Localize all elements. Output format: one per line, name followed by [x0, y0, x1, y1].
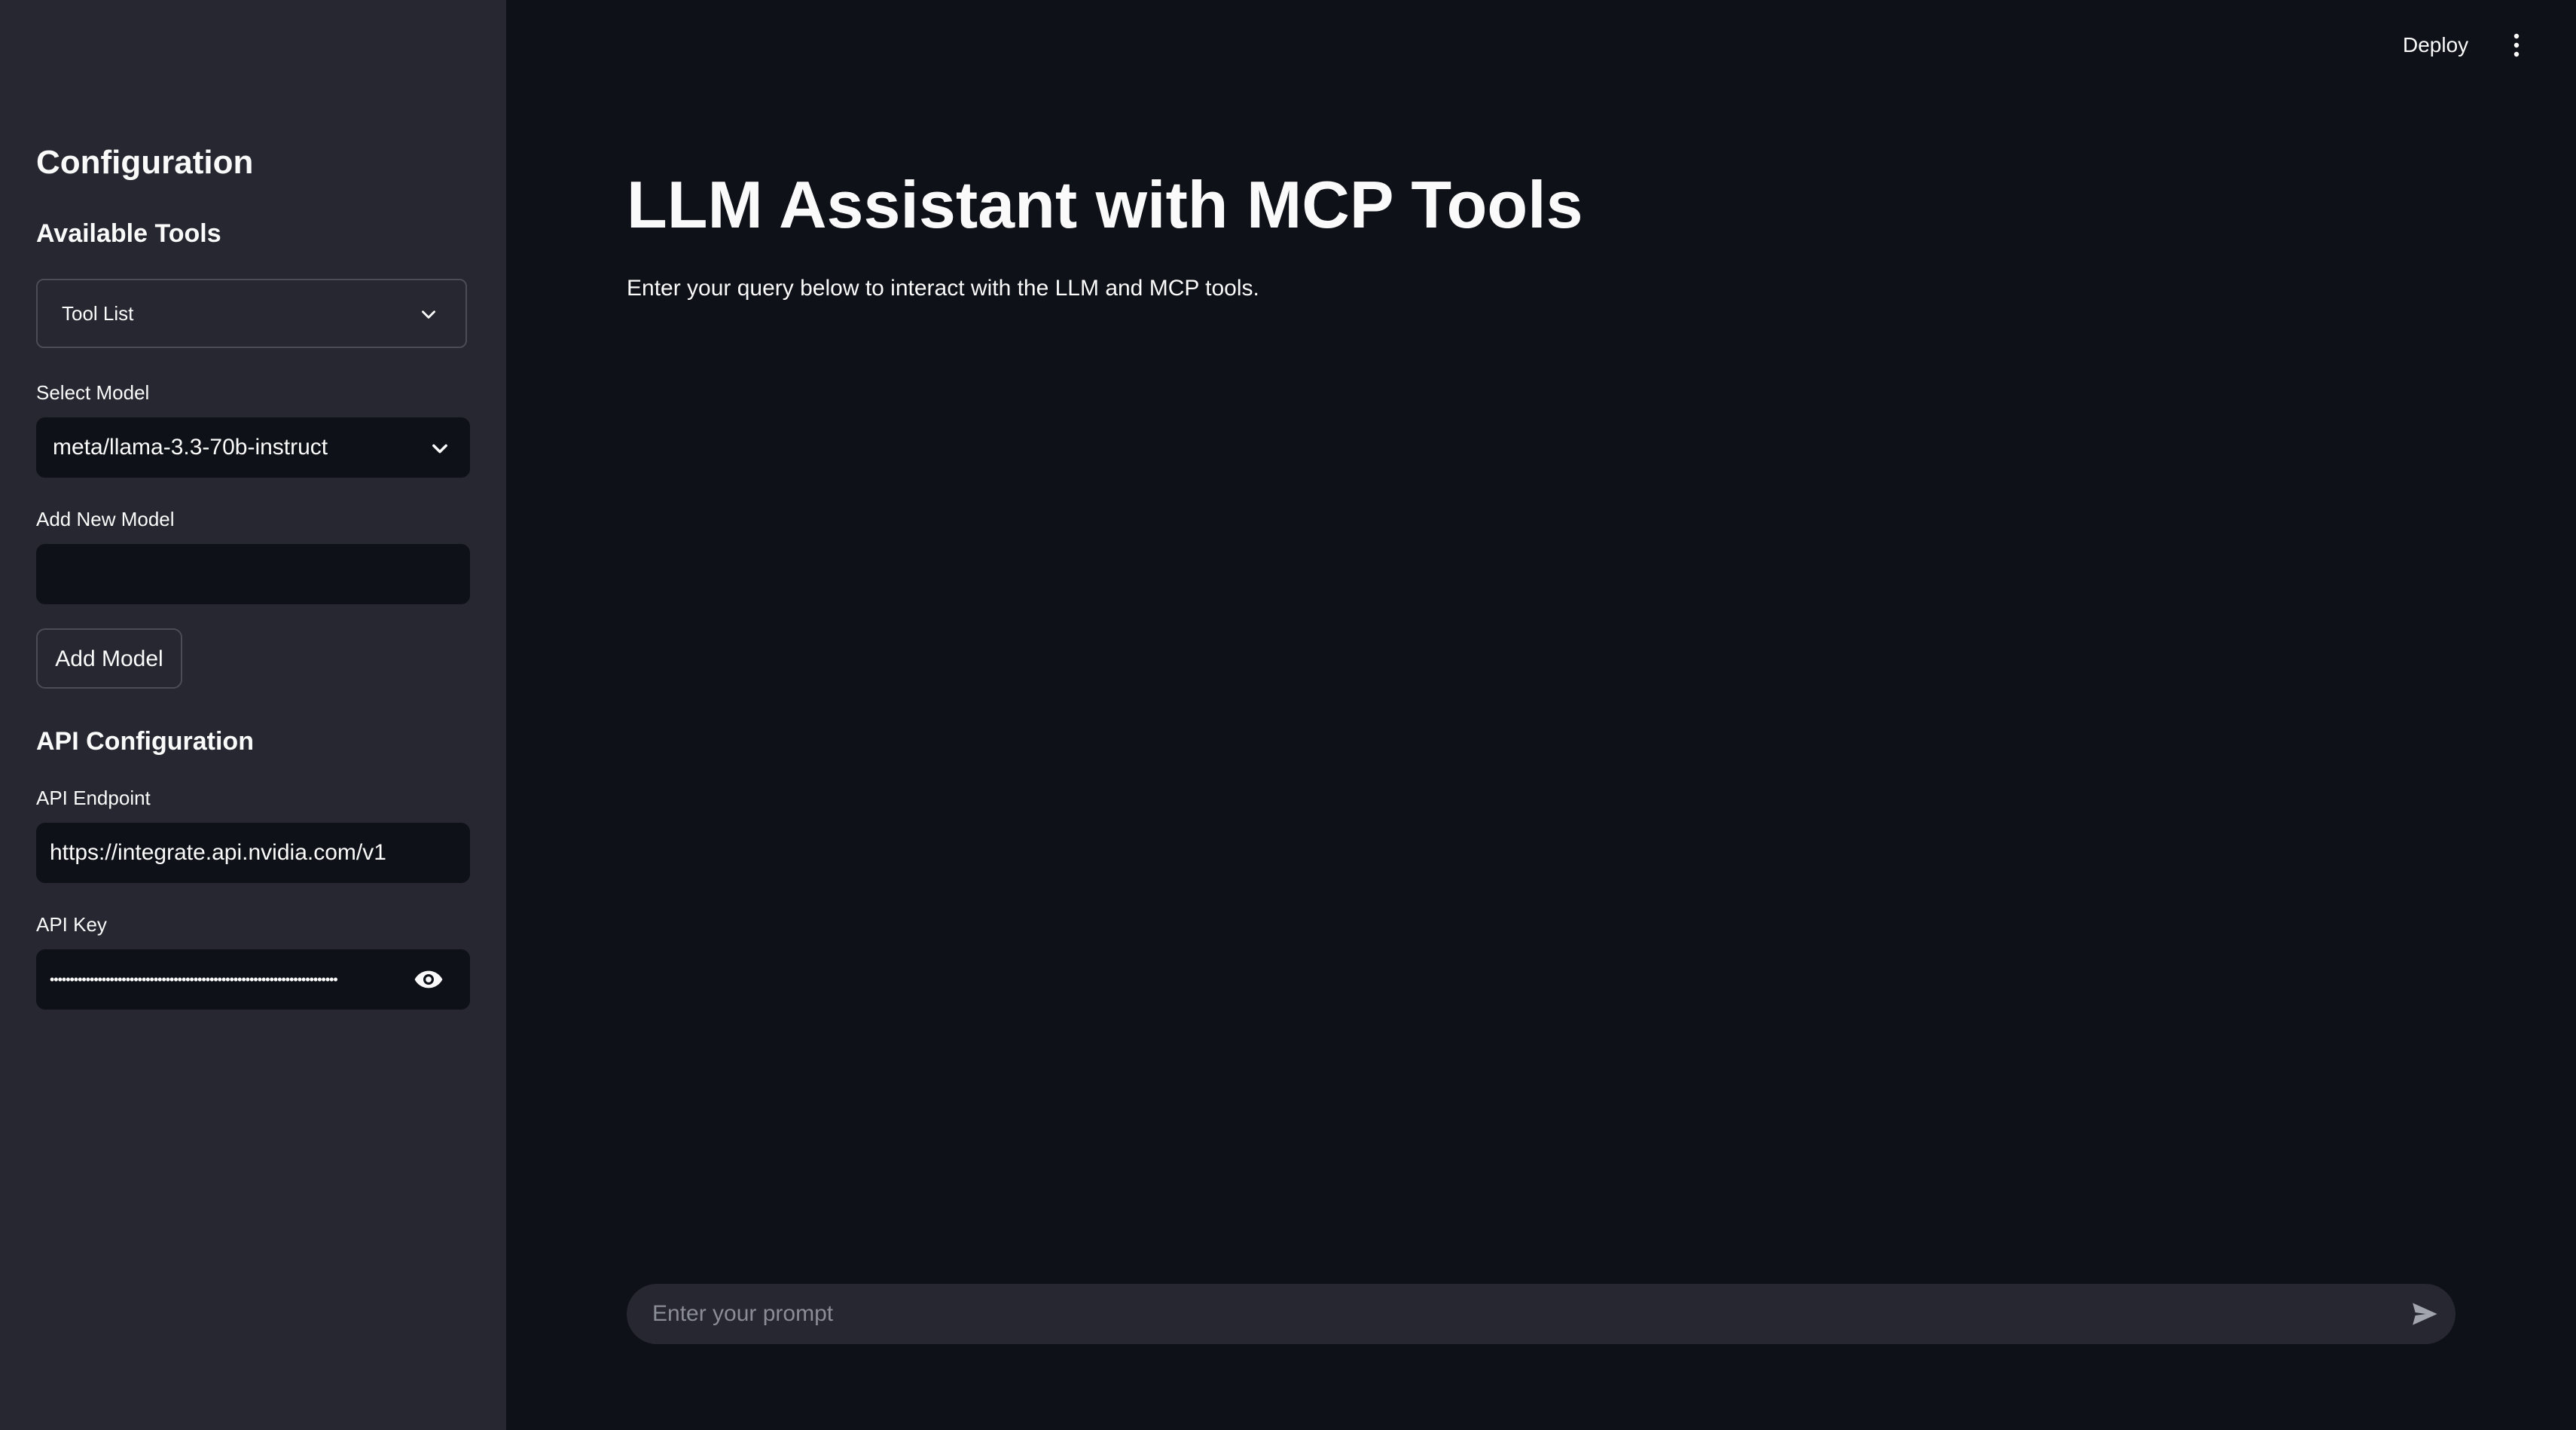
api-key-masked-value: ••••••••••••••••••••••••••••••••••••••••…: [50, 972, 338, 987]
selected-model-value: meta/llama-3.3-70b-instruct: [53, 435, 328, 460]
tool-list-label: Tool List: [62, 302, 134, 325]
sidebar-title: Configuration: [36, 144, 254, 181]
add-new-model-field[interactable]: [36, 544, 470, 604]
api-key-label: API Key: [36, 913, 107, 936]
api-configuration-header: API Configuration: [36, 727, 254, 756]
api-endpoint-label: API Endpoint: [36, 787, 151, 809]
chat-input-bar: [627, 1284, 2455, 1344]
chat-prompt-input[interactable]: [627, 1284, 2359, 1344]
model-select[interactable]: meta/llama-3.3-70b-instruct: [36, 417, 470, 478]
deploy-button[interactable]: Deploy: [2403, 30, 2468, 60]
tool-list-expander[interactable]: Tool List: [36, 279, 467, 348]
add-new-model-field-wrapper: [36, 544, 470, 604]
add-new-model-label: Add New Model: [36, 508, 175, 530]
page-caption: Enter your query below to interact with …: [627, 276, 1259, 301]
available-tools-header: Available Tools: [36, 219, 221, 248]
api-key-field[interactable]: ••••••••••••••••••••••••••••••••••••••••…: [36, 949, 470, 1010]
api-endpoint-field-wrapper: [36, 823, 470, 883]
sidebar: Configuration Available Tools Tool List …: [0, 0, 506, 1430]
app-root: Configuration Available Tools Tool List …: [0, 0, 2576, 1430]
page-title: LLM Assistant with MCP Tools: [627, 167, 1583, 242]
api-endpoint-field[interactable]: [36, 823, 470, 883]
send-icon[interactable]: [2409, 1299, 2440, 1329]
chevron-down-icon: [422, 310, 435, 319]
add-model-button[interactable]: Add Model: [36, 628, 182, 689]
eye-icon[interactable]: [413, 967, 444, 992]
kebab-vertical-icon[interactable]: [2505, 30, 2528, 60]
select-model-label: Select Model: [36, 381, 150, 404]
chevron-down-icon: [432, 444, 447, 454]
